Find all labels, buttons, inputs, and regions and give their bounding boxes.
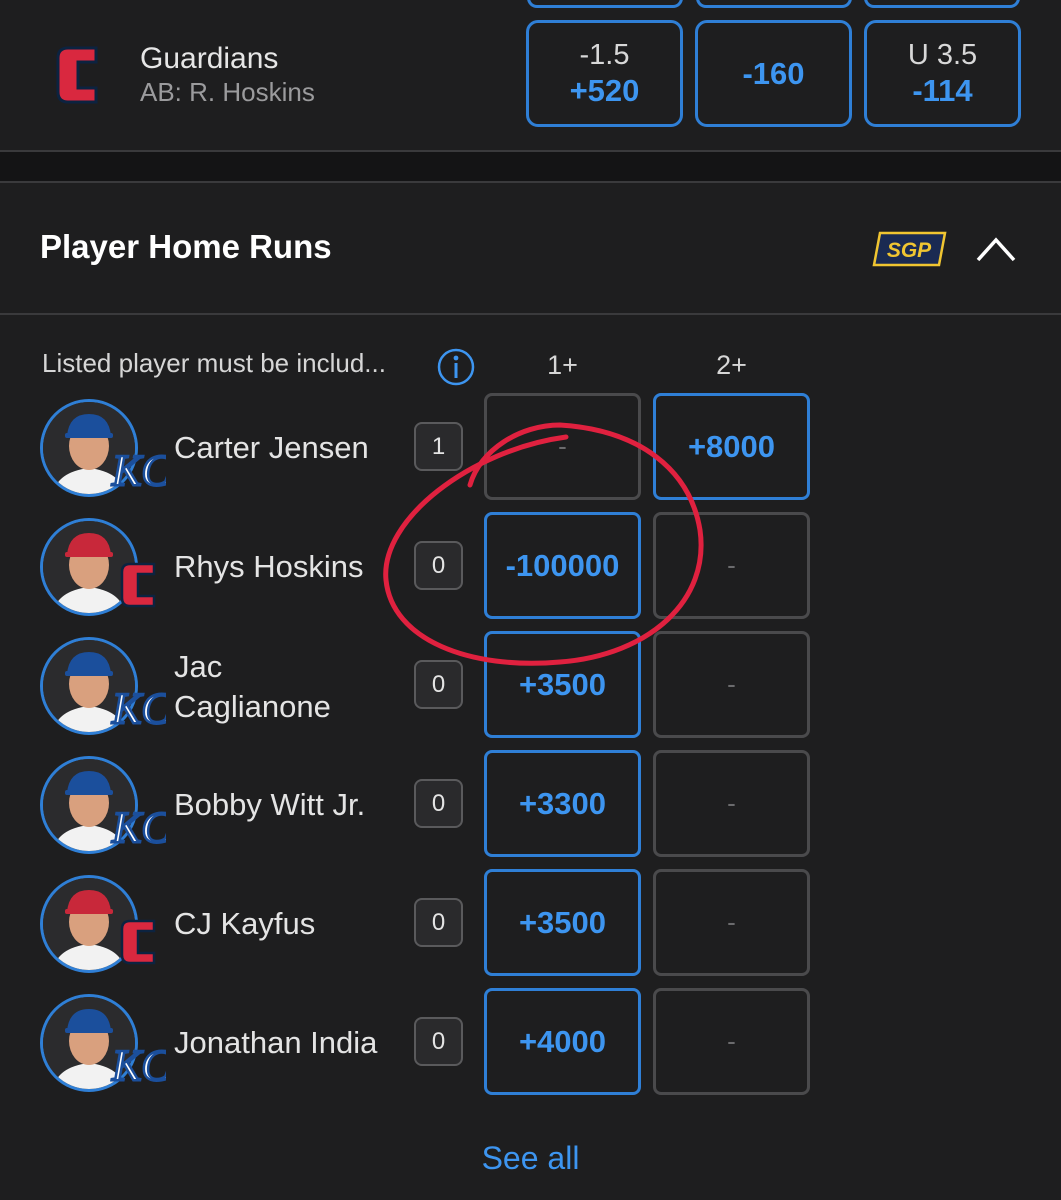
prev-odds-stub-3 bbox=[864, 0, 1020, 8]
odds-cell-2plus[interactable]: - bbox=[653, 869, 810, 976]
odds-price: -114 bbox=[912, 72, 973, 108]
odds-cell-1plus[interactable]: +3500 bbox=[484, 631, 641, 738]
player-name: Jac Caglianone bbox=[174, 649, 331, 724]
see-all-link[interactable]: See all bbox=[0, 1140, 1061, 1177]
kc-logo-icon: KC bbox=[110, 683, 166, 731]
odds-cell-1plus[interactable]: - bbox=[484, 393, 641, 500]
player-row: CJ Kayfus 0 +3500- bbox=[0, 869, 1061, 979]
kc-logo-icon: KC bbox=[110, 1040, 166, 1088]
odds-line: U 3.5 bbox=[907, 38, 978, 71]
odds-price: +520 bbox=[569, 72, 640, 108]
player-name: Carter Jensen bbox=[174, 430, 369, 465]
player-hr-count: 0 bbox=[414, 660, 463, 709]
player-name: CJ Kayfus bbox=[174, 906, 316, 941]
odds-line: -1.5 bbox=[579, 38, 630, 71]
player-row: KC Bobby Witt Jr. 0 +3300- bbox=[0, 750, 1061, 860]
odds-cell-1plus[interactable]: +3500 bbox=[484, 869, 641, 976]
odds-cell-2plus[interactable]: +8000 bbox=[653, 393, 810, 500]
svg-text:KC: KC bbox=[111, 684, 166, 731]
svg-text:KC: KC bbox=[111, 803, 166, 850]
sgp-label: SGP bbox=[887, 239, 932, 262]
player-hr-count: 1 bbox=[414, 422, 463, 471]
odds-cell-2plus[interactable]: - bbox=[653, 988, 810, 1095]
at-bat-label: AB: R. Hoskins bbox=[140, 77, 315, 107]
kc-logo-icon: KC bbox=[110, 445, 166, 493]
player-name: Rhys Hoskins bbox=[174, 549, 364, 584]
team-name: Guardians bbox=[140, 42, 279, 75]
player-hr-count: 0 bbox=[414, 898, 463, 947]
total-odds-button[interactable]: U 3.5 -114 bbox=[864, 20, 1021, 127]
info-icon[interactable] bbox=[436, 347, 476, 387]
inclusion-note: Listed player must be includ... bbox=[42, 348, 386, 378]
chevron-up-icon[interactable] bbox=[974, 232, 1018, 264]
section-title: Player Home Runs bbox=[40, 228, 332, 265]
guardians-logo-icon bbox=[120, 919, 156, 965]
column-header-1plus: 1+ bbox=[547, 350, 578, 380]
prev-odds-stub-2 bbox=[696, 0, 852, 8]
guardians-logo-icon bbox=[120, 562, 156, 608]
sgp-badge: SGP bbox=[872, 231, 947, 267]
player-name: Bobby Witt Jr. bbox=[174, 787, 366, 822]
odds-cell-2plus[interactable]: - bbox=[653, 512, 810, 619]
odds-cell-1plus[interactable]: +3300 bbox=[484, 750, 641, 857]
player-row: KC Carter Jensen 1- +8000 bbox=[0, 393, 1061, 503]
moneyline-odds-button[interactable]: -160 bbox=[695, 20, 852, 127]
player-hr-count: 0 bbox=[414, 1017, 463, 1066]
player-name: Jonathan India bbox=[174, 1025, 378, 1060]
svg-text:KC: KC bbox=[111, 1041, 166, 1088]
section-divider bbox=[0, 150, 1061, 183]
odds-price: -160 bbox=[742, 55, 805, 91]
player-row: Rhys Hoskins 0 -100000- bbox=[0, 512, 1061, 622]
player-row: KC Jac Caglianone 0 +3500- bbox=[0, 631, 1061, 741]
odds-cell-2plus[interactable]: - bbox=[653, 750, 810, 857]
guardians-logo-icon bbox=[56, 46, 98, 104]
player-hr-count: 0 bbox=[414, 779, 463, 828]
prev-odds-stub-1 bbox=[527, 0, 683, 8]
section-divider-line bbox=[0, 313, 1061, 315]
spread-odds-button[interactable]: -1.5 +520 bbox=[526, 20, 683, 127]
column-header-2plus: 2+ bbox=[716, 350, 747, 380]
player-hr-count: 0 bbox=[414, 541, 463, 590]
odds-cell-1plus[interactable]: +4000 bbox=[484, 988, 641, 1095]
odds-cell-2plus[interactable]: - bbox=[653, 631, 810, 738]
svg-text:KC: KC bbox=[111, 446, 166, 493]
odds-cell-1plus[interactable]: -100000 bbox=[484, 512, 641, 619]
player-row: KC Jonathan India 0 +4000- bbox=[0, 988, 1061, 1098]
kc-logo-icon: KC bbox=[110, 802, 166, 850]
